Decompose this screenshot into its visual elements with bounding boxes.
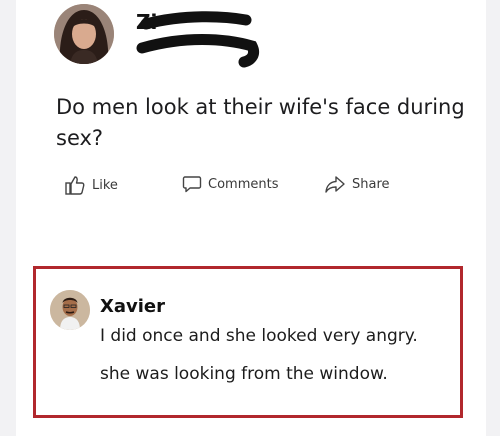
post-text: Do men look at their wife's face during …	[56, 95, 465, 150]
share-arrow-icon	[325, 176, 345, 193]
comments-label: Comments	[208, 176, 279, 192]
comments-button[interactable]: Comments	[182, 174, 278, 194]
thumbs-up-icon	[65, 176, 85, 195]
post-actions: Like Comments Share	[64, 174, 444, 202]
commenter-avatar-image	[50, 290, 90, 330]
commenter-name[interactable]: Xavier	[100, 296, 165, 317]
commenter-avatar[interactable]	[50, 290, 90, 330]
comment-bubble-icon	[182, 176, 202, 193]
author-avatar-image	[54, 4, 114, 64]
share-label: Share	[352, 176, 390, 192]
redaction-scribble	[136, 11, 260, 68]
comment-text-line-2: she was looking from the window.	[100, 364, 388, 384]
share-button[interactable]: Share	[324, 174, 390, 194]
comment-text-line-1: I did once and she looked very angry.	[100, 326, 418, 346]
author-avatar[interactable]	[54, 4, 114, 64]
like-label: Like	[92, 177, 118, 193]
like-button[interactable]: Like	[64, 174, 118, 196]
